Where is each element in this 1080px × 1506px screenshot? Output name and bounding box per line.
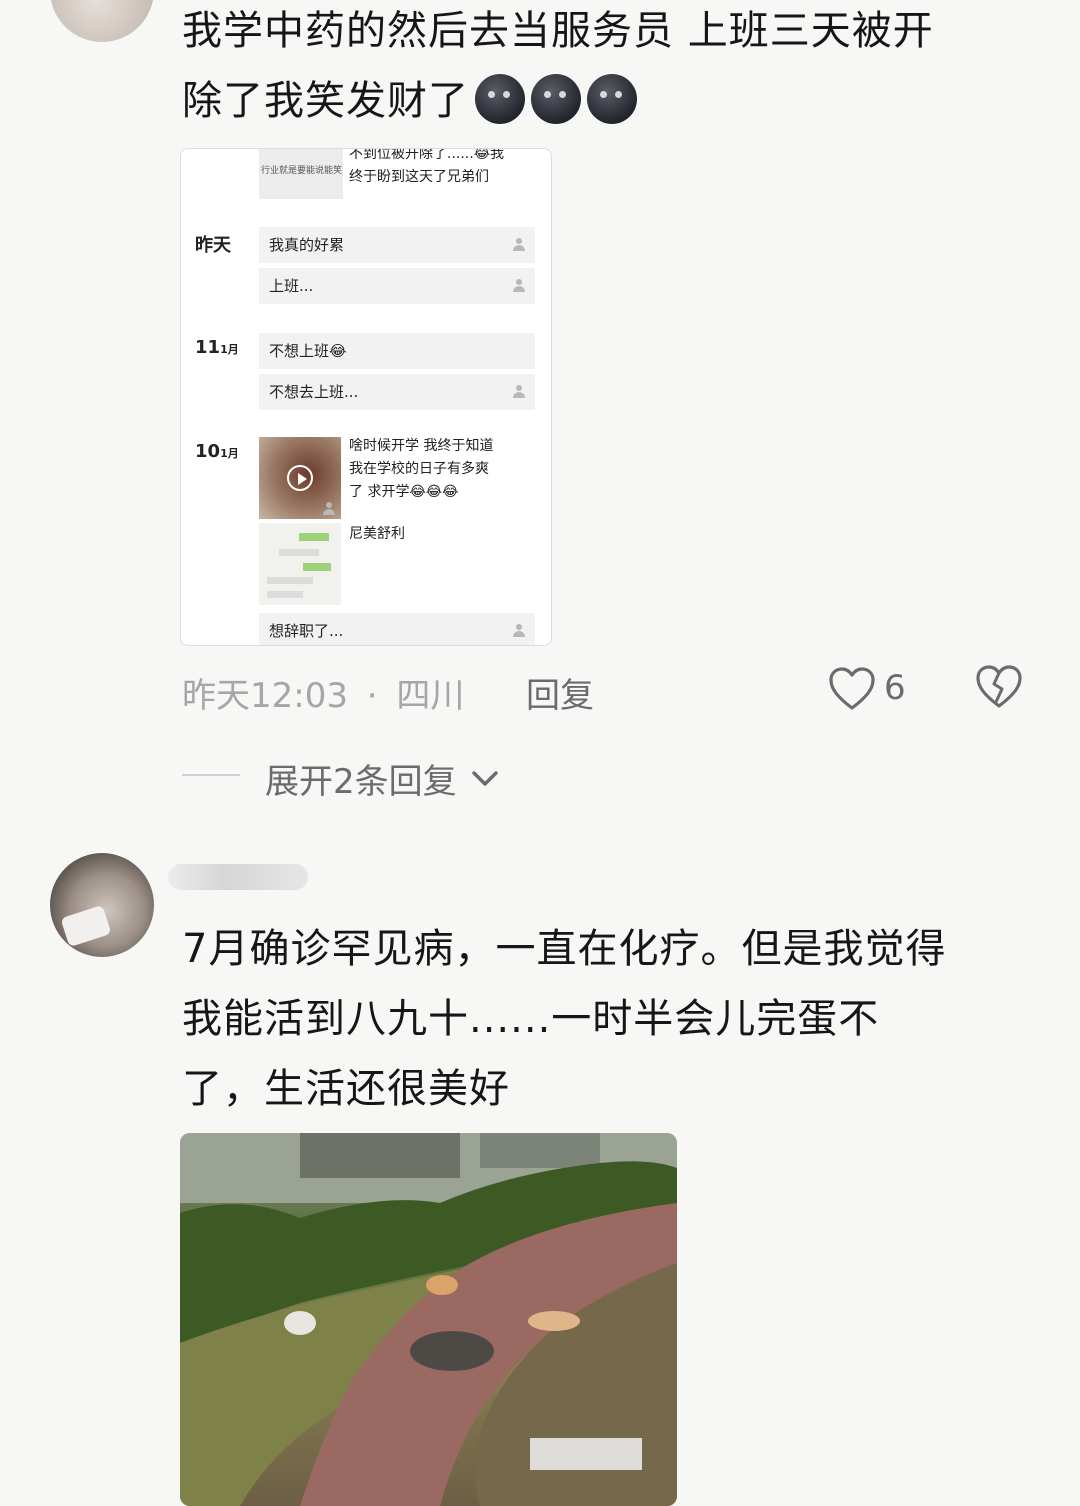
post-row: 不想去上班... [259, 374, 535, 410]
post-line: 了 求开学😂😂😂 [349, 484, 459, 500]
comment-location: 四川 [396, 676, 465, 716]
broken-heart-icon [976, 665, 1022, 708]
post-row: 想辞职了... [259, 613, 535, 645]
comment-text-line: 除了我笑发财了 [182, 66, 1062, 136]
dark-moon-face-icon [587, 74, 637, 124]
comment-text-line: 了，生活还很美好 [182, 1066, 510, 1112]
comment-text-line: 我能活到八九十......一时半会儿完蛋不 [182, 996, 880, 1042]
comment-text: 7月确诊罕见病，一直在化疗。但是我觉得 我能活到八九十......一时半会儿完蛋… [182, 914, 1062, 1124]
commenter-avatar[interactable] [50, 853, 154, 957]
post-text: 啥时候开学 我终于知道 我在学校的日子有多爽 了 求开学😂😂😂 [349, 435, 493, 504]
person-icon [513, 385, 525, 398]
snippet-text: 不到位被开除了......😂我 终于盼到这天了兄弟们 [349, 148, 505, 189]
commenter-avatar[interactable] [50, 0, 154, 42]
meta-separator: · [366, 676, 378, 716]
thumbnail-caption: 行业就是要能说能笑 [261, 166, 343, 176]
photo-content [180, 1133, 677, 1506]
chevron-down-icon [472, 771, 499, 786]
post-row: 上班... [259, 268, 535, 304]
person-icon [513, 238, 525, 251]
post-row: 我真的好累 [259, 227, 535, 263]
group-date: 101月 [195, 441, 239, 462]
thumbnail-image: 行业就是要能说能笑 [259, 149, 343, 199]
expand-label: 展开2条回复 [265, 762, 457, 802]
expand-divider [182, 774, 240, 776]
person-icon [513, 279, 525, 292]
group-date: 昨天 [195, 235, 231, 256]
comment-text-line: 7月确诊罕见病，一直在化疗。但是我觉得 [182, 926, 947, 972]
attached-photo[interactable] [180, 1133, 677, 1506]
like-count: 6 [884, 668, 906, 708]
heart-icon [829, 667, 875, 710]
like-button[interactable]: 6 [828, 664, 938, 714]
comment-text-line: 我学中药的然后去当服务员 上班三天被开 [182, 8, 934, 54]
comment-meta: 昨天12:03 · 四川 [182, 668, 464, 717]
chat-thumbnail [259, 523, 341, 605]
attached-screenshot[interactable]: 行业就是要能说能笑 不到位被开除了......😂我 终于盼到这天了兄弟们 昨天 … [180, 148, 552, 646]
post-text: 尼美舒利 [349, 526, 405, 542]
dislike-button[interactable] [974, 664, 1026, 714]
dark-moon-face-icon [475, 74, 525, 124]
snippet-line: 不到位被开除了......😂我 [349, 148, 505, 162]
group-date: 111月 [195, 337, 239, 358]
play-icon [287, 465, 313, 491]
comment-text: 我学中药的然后去当服务员 上班三天被开 除了我笑发财了 [182, 0, 1062, 136]
post-line: 啥时候开学 我终于知道 [349, 438, 494, 454]
reply-button[interactable]: 回复 [526, 668, 594, 717]
post-line: 我在学校的日子有多爽 [349, 461, 489, 477]
expand-replies-button[interactable]: 展开2条回复 [265, 754, 499, 803]
username-blurred[interactable] [168, 864, 308, 890]
snippet-line: 终于盼到这天了兄弟们 [349, 169, 489, 185]
person-icon [513, 624, 525, 637]
dark-moon-face-icon [531, 74, 581, 124]
comment-time: 昨天12:03 [182, 676, 348, 716]
post-row: 不想上班😂 [259, 333, 535, 369]
